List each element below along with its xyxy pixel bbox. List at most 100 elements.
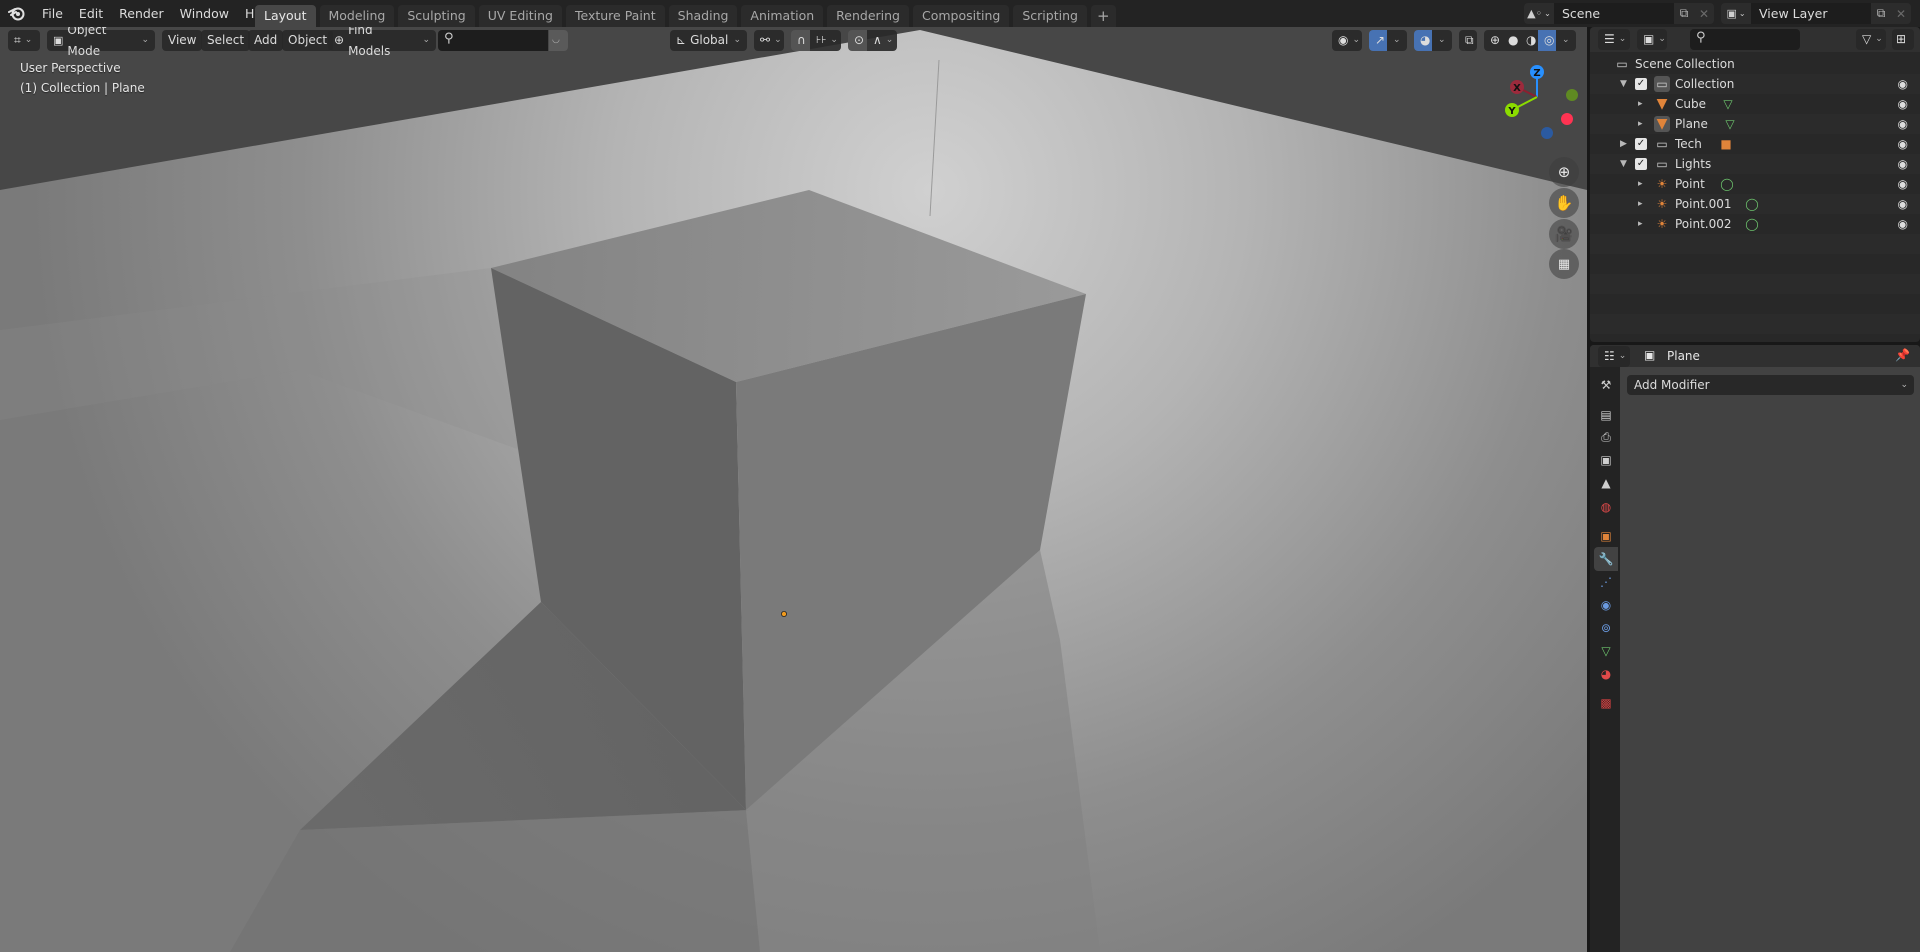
tab-texture-paint[interactable]: Texture Paint	[565, 5, 665, 27]
camera-view-button[interactable]: 🎥	[1549, 219, 1579, 249]
neg-x-axis-ball[interactable]	[1561, 113, 1573, 125]
tab-world[interactable]: ◍	[1594, 495, 1618, 519]
menu-window[interactable]: Window	[172, 0, 237, 27]
scene-browse-button[interactable]: ▲◦ ⌄	[1524, 3, 1554, 24]
new-view-layer-button[interactable]: ⧉	[1871, 3, 1891, 24]
selectability-visibility-dropdown[interactable]: ◉ ⌄	[1332, 30, 1362, 51]
outliner-editor-type[interactable]: ☰ ⌄	[1598, 29, 1630, 50]
transform-orientation-dropdown[interactable]: ⊾ Global ⌄	[670, 30, 747, 51]
outliner-row-tech[interactable]: ▶ ✓ ▭ Tech ■ ◉	[1590, 134, 1920, 154]
tab-compositing[interactable]: Compositing	[913, 5, 1010, 27]
visibility-eye-icon[interactable]: ◉	[1898, 157, 1908, 171]
light-data-icon[interactable]: ◯	[1744, 216, 1760, 232]
expand-arrow-icon[interactable]: ▼	[1620, 79, 1627, 89]
tab-layout[interactable]: Layout	[255, 5, 316, 27]
tab-particles[interactable]: ⋰	[1594, 570, 1618, 594]
gizmo-dropdown[interactable]: ⌄	[1387, 30, 1407, 51]
light-data-icon[interactable]: ◯	[1744, 196, 1760, 212]
pivot-point-dropdown[interactable]: ⚯ ⌄	[754, 30, 784, 51]
new-scene-button[interactable]: ⧉	[1674, 3, 1694, 24]
tab-shading[interactable]: Shading	[668, 5, 738, 27]
outliner-row-scene-collection[interactable]: ▭ Scene Collection	[1590, 54, 1920, 74]
outliner-row-point-001[interactable]: ▸ ☀ Point.001 ◯ ◉	[1590, 194, 1920, 214]
menu-select[interactable]: Select	[201, 30, 251, 51]
tab-rendering[interactable]: Rendering	[827, 5, 909, 27]
tab-animation[interactable]: Animation	[741, 5, 824, 27]
mesh-data-icon[interactable]: ▽	[1722, 116, 1738, 132]
visibility-eye-icon[interactable]: ◉	[1898, 137, 1908, 151]
add-workspace-button[interactable]: +	[1090, 5, 1116, 27]
find-models-dropdown-button[interactable]: ◡	[549, 30, 568, 51]
menu-edit[interactable]: Edit	[71, 0, 111, 27]
outliner-row-collection[interactable]: ▼ ✓ ▭ Collection ◉	[1590, 74, 1920, 94]
snap-toggle[interactable]: ∩	[791, 30, 810, 51]
add-modifier-dropdown[interactable]: Add Modifier ⌄	[1627, 375, 1914, 395]
tab-constraints[interactable]: ⊚	[1594, 616, 1618, 640]
expand-arrow-icon[interactable]: ▸	[1638, 99, 1643, 109]
menu-object[interactable]: Object	[282, 30, 334, 51]
expand-arrow-icon[interactable]: ▸	[1638, 119, 1643, 129]
shading-material-preview[interactable]: ◑	[1520, 30, 1538, 51]
tab-modifiers[interactable]: 🔧	[1594, 547, 1618, 571]
menu-render[interactable]: Render	[111, 0, 172, 27]
tab-output[interactable]: ⎙	[1594, 425, 1618, 449]
exclude-checkbox[interactable]: ✓	[1635, 158, 1647, 170]
navigation-gizmo[interactable]: Z X Y	[1500, 65, 1580, 165]
outliner-row-lights[interactable]: ▼ ✓ ▭ Lights ◉	[1590, 154, 1920, 174]
delete-view-layer-button[interactable]: ✕	[1891, 3, 1911, 24]
properties-editor-type[interactable]: ☷ ⌄	[1598, 346, 1630, 367]
viewport-scene[interactable]	[0, 27, 1587, 952]
expand-arrow-icon[interactable]: ▼	[1620, 159, 1627, 169]
neg-y-axis-ball[interactable]	[1566, 89, 1578, 101]
menu-view[interactable]: View	[162, 30, 203, 51]
neg-z-axis-ball[interactable]	[1541, 127, 1553, 139]
snap-target-dropdown[interactable]: ⊦⊦ ⌄	[810, 30, 841, 51]
perspective-toggle-button[interactable]: ▦	[1549, 249, 1579, 279]
tab-object[interactable]: ▣	[1594, 524, 1618, 548]
zoom-view-button[interactable]: ⊕	[1549, 157, 1579, 187]
tab-render[interactable]: ▤	[1594, 403, 1618, 427]
xray-toggle[interactable]: ⧉	[1459, 30, 1477, 51]
visibility-eye-icon[interactable]: ◉	[1898, 217, 1908, 231]
tab-view-layer[interactable]: ▣	[1594, 448, 1618, 472]
pan-view-button[interactable]: ✋	[1549, 188, 1579, 218]
proportional-falloff-dropdown[interactable]: ∧ ⌄	[867, 30, 897, 51]
outliner-row-cube[interactable]: ▸ ▼ Cube ▽ ◉	[1590, 94, 1920, 114]
delete-scene-button[interactable]: ✕	[1694, 3, 1714, 24]
shading-solid[interactable]: ●	[1502, 30, 1520, 51]
visibility-eye-icon[interactable]: ◉	[1898, 77, 1908, 91]
expand-arrow-icon[interactable]: ▸	[1638, 219, 1643, 229]
editor-type-button[interactable]: ⌗ ⌄	[8, 30, 40, 51]
tab-data[interactable]: ▽	[1594, 639, 1618, 663]
tab-physics[interactable]: ◉	[1594, 593, 1618, 617]
new-collection-button[interactable]: ⊞	[1892, 29, 1914, 50]
exclude-checkbox[interactable]: ✓	[1635, 138, 1647, 150]
3d-viewport[interactable]: ⌗ ⌄ ▣ Object Mode ⌄ View Select Add Objec…	[0, 27, 1587, 952]
tab-sculpting[interactable]: Sculpting	[398, 5, 475, 27]
view-layer-name-field[interactable]: View Layer	[1751, 3, 1871, 24]
visibility-eye-icon[interactable]: ◉	[1898, 97, 1908, 111]
menu-file[interactable]: File	[34, 0, 71, 27]
tab-modeling[interactable]: Modeling	[319, 5, 395, 27]
outliner-row-point[interactable]: ▸ ☀ Point ◯ ◉	[1590, 174, 1920, 194]
find-models-dropdown[interactable]: ⊕ Find Models ⌄	[328, 27, 436, 58]
scene-name-field[interactable]: Scene	[1554, 3, 1674, 24]
overlays-dropdown[interactable]: ⌄	[1432, 30, 1452, 51]
view-layer-browse-button[interactable]: ▣ ⌄	[1721, 3, 1751, 24]
tab-scene[interactable]: ▲	[1594, 471, 1618, 495]
overlays-toggle[interactable]: ◕	[1414, 30, 1432, 51]
exclude-checkbox[interactable]: ✓	[1635, 78, 1647, 90]
camera-icon[interactable]: ■	[1718, 136, 1734, 152]
mesh-data-icon[interactable]: ▽	[1720, 96, 1736, 112]
find-models-search[interactable]: ⚲	[438, 30, 548, 51]
expand-arrow-icon[interactable]: ▶	[1620, 139, 1627, 149]
proportional-edit-toggle[interactable]: ⊙	[848, 30, 867, 51]
tab-scripting[interactable]: Scripting	[1013, 5, 1087, 27]
outliner-search[interactable]: ⚲	[1690, 29, 1800, 50]
pin-icon[interactable]: 📌	[1895, 348, 1910, 362]
tab-texture[interactable]: ▩	[1594, 691, 1618, 715]
tab-tool[interactable]: ⚒	[1594, 373, 1618, 397]
expand-arrow-icon[interactable]: ▸	[1638, 179, 1643, 189]
gizmo-toggle[interactable]: ↗	[1369, 30, 1387, 51]
light-data-icon[interactable]: ◯	[1719, 176, 1735, 192]
